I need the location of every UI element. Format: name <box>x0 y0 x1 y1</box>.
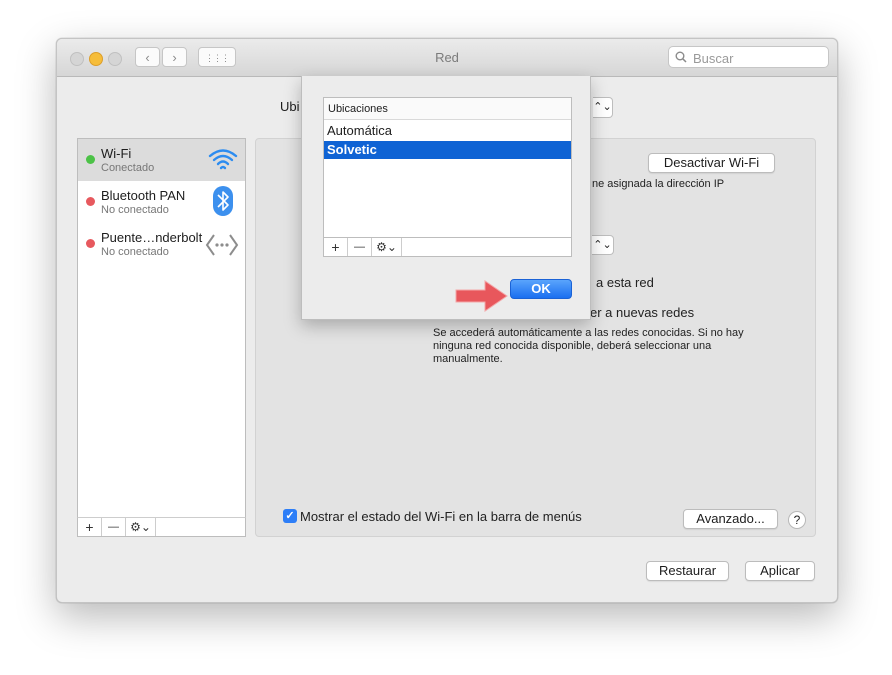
status-dot <box>86 155 95 164</box>
remove-location-button[interactable]: — <box>348 238 372 256</box>
locations-toolbar: + — ⚙⌄ <box>323 237 572 257</box>
service-actions-gear-button[interactable]: ⚙⌄ <box>126 518 156 536</box>
status-dot <box>86 197 95 206</box>
help-button[interactable]: ? <box>788 511 806 529</box>
service-name: Puente…nderbolt <box>101 230 203 245</box>
ip-status-text: ne asignada la dirección IP <box>592 178 725 190</box>
show-wifi-status-checkbox[interactable]: ✓ <box>283 509 297 523</box>
network-preferences-window: ‹ › ⋮⋮⋮ Red Ubi ⌃⌄ Wi-Fi Conectado <box>56 38 838 603</box>
locations-table: Ubicaciones Automática Solvetic <box>323 97 572 238</box>
service-item-bluetooth-pan[interactable]: Bluetooth PAN No conectado <box>78 181 245 223</box>
service-item-thunderbolt-bridge[interactable]: Puente…nderbolt No conectado <box>78 223 245 265</box>
locations-header: Ubicaciones <box>324 98 571 120</box>
service-name: Bluetooth PAN <box>101 188 186 203</box>
restore-button[interactable]: Restaurar <box>646 561 729 581</box>
thunderbolt-bridge-icon <box>205 234 239 256</box>
search-icon <box>675 51 687 63</box>
join-network-text: a esta red <box>596 275 654 290</box>
service-list-toolbar: + — ⚙⌄ <box>77 517 246 537</box>
pointer-arrow-icon <box>455 280 508 312</box>
remove-service-button[interactable]: — <box>102 518 126 536</box>
service-status: No conectado <box>101 204 169 216</box>
location-label: Ubi <box>280 99 300 114</box>
ok-button[interactable]: OK <box>510 279 572 299</box>
ask-join-help-text: Se accederá automáticamente a las redes … <box>433 327 744 365</box>
add-service-button[interactable]: + <box>78 518 102 536</box>
locations-sheet: Ubicaciones Automática Solvetic + — ⚙⌄ O… <box>301 76 591 320</box>
location-row-solvetic[interactable]: Solvetic <box>324 141 571 159</box>
network-name-select[interactable]: ⌃⌄ <box>592 235 614 255</box>
service-list: Wi-Fi Conectado Bluetooth PAN No conecta… <box>77 138 246 537</box>
title-bar: ‹ › ⋮⋮⋮ Red <box>57 39 837 77</box>
service-status: No conectado <box>101 246 169 258</box>
wifi-icon <box>208 149 238 170</box>
service-status: Conectado <box>101 162 155 174</box>
advanced-button[interactable]: Avanzado... <box>683 509 778 529</box>
search-field[interactable] <box>668 46 829 68</box>
service-item-wifi[interactable]: Wi-Fi Conectado <box>78 139 245 181</box>
status-dot <box>86 239 95 248</box>
search-input[interactable] <box>691 48 825 68</box>
ask-join-networks-text: er a nuevas redes <box>590 305 695 320</box>
apply-button[interactable]: Aplicar <box>745 561 815 581</box>
add-location-button[interactable]: + <box>324 238 348 256</box>
show-wifi-status-label: Mostrar el estado del Wi-Fi en la barra … <box>300 509 582 524</box>
location-select[interactable]: ⌃⌄ <box>593 97 613 118</box>
bluetooth-icon <box>213 186 233 216</box>
location-row-automatica[interactable]: Automática <box>324 122 571 140</box>
location-actions-gear-button[interactable]: ⚙⌄ <box>372 238 402 256</box>
deactivate-wifi-button[interactable]: Desactivar Wi-Fi <box>648 153 775 173</box>
service-name: Wi-Fi <box>101 146 132 161</box>
